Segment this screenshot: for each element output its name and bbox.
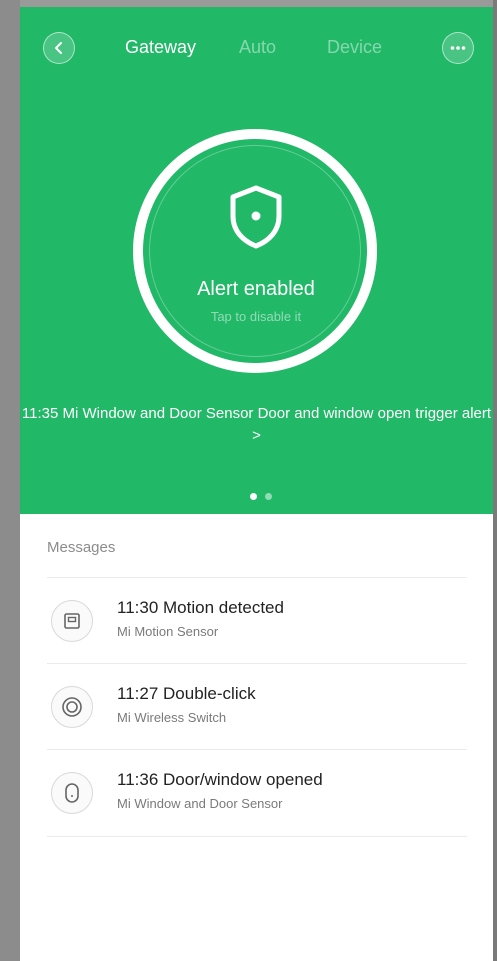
page-dot (265, 493, 272, 500)
left-border (0, 0, 20, 961)
security-panel: Gateway Auto Device Alert enabled Tap to… (20, 7, 493, 514)
shield-icon (230, 185, 282, 249)
door-sensor-icon (51, 772, 93, 814)
app-screen: Gateway Auto Device Alert enabled Tap to… (20, 7, 493, 961)
motion-sensor-icon (51, 600, 93, 642)
divider (47, 836, 467, 837)
message-row[interactable]: 11:30 Motion detected Mi Motion Sensor (47, 578, 467, 664)
alarm-ring-inner: Alert enabled Tap to disable it (149, 145, 361, 357)
alert-hint: Tap to disable it (210, 309, 302, 324)
message-title: 11:27 Double-click (117, 684, 256, 703)
message-device: Mi Motion Sensor (117, 624, 219, 639)
more-icon (450, 46, 466, 50)
wireless-switch-icon (51, 686, 93, 728)
alert-status: Alert enabled (197, 278, 315, 300)
top-navigation: Gateway Auto Device (20, 7, 493, 87)
page-dot-active (250, 493, 257, 500)
alarm-toggle-button[interactable]: Alert enabled Tap to disable it (133, 129, 377, 373)
more-button[interactable] (442, 32, 474, 64)
back-button[interactable] (43, 32, 75, 64)
message-title: 11:36 Door/window opened (117, 770, 323, 789)
last-alert-event[interactable]: 11:35 Mi Window and Door Sensor Door and… (20, 403, 493, 447)
chevron-left-icon (55, 42, 62, 54)
message-row[interactable]: 11:36 Door/window opened Mi Window and D… (47, 750, 467, 836)
message-row[interactable]: 11:27 Double-click Mi Wireless Switch (47, 664, 467, 750)
message-device: Mi Window and Door Sensor (117, 796, 283, 811)
tab-device[interactable]: Device (327, 37, 382, 58)
right-border (493, 0, 497, 961)
messages-header: Messages (47, 539, 116, 556)
message-device: Mi Wireless Switch (117, 710, 227, 725)
top-strip (0, 0, 497, 7)
message-title: 11:30 Motion detected (117, 598, 284, 617)
tab-auto[interactable]: Auto (239, 37, 276, 58)
tab-gateway[interactable]: Gateway (125, 37, 196, 58)
page-indicator (250, 493, 272, 500)
